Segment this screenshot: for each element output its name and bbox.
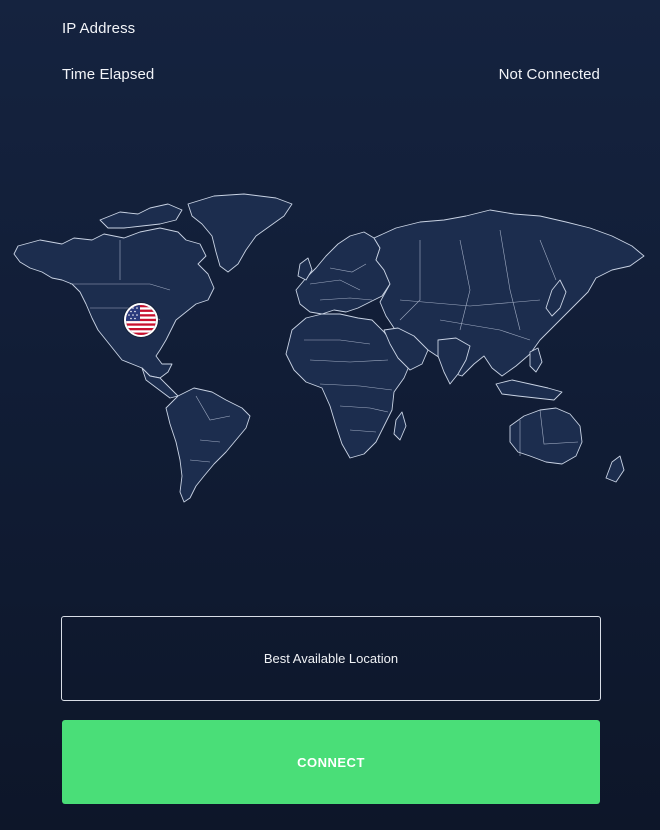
time-elapsed-label: Time Elapsed <box>62 66 155 83</box>
us-flag-graphic <box>126 305 156 335</box>
australia-landmass <box>509 407 583 465</box>
india-landmass <box>437 337 471 385</box>
new-zealand-landmass <box>605 455 625 483</box>
connect-button[interactable]: CONNECT <box>62 720 600 804</box>
madagascar-landmass <box>393 411 407 441</box>
greenland-landmass <box>187 193 293 273</box>
south-america-landmass <box>165 387 251 503</box>
philippines-landmass <box>529 347 543 373</box>
location-selector-label: Best Available Location <box>263 651 399 666</box>
connection-status: Not Connected <box>498 66 600 83</box>
vpn-app: IP Address Time Elapsed Not Connected Be… <box>0 0 660 830</box>
world-map-graphic <box>13 193 645 503</box>
location-selector[interactable]: Best Available Location <box>61 616 601 701</box>
arctic-islands-landmass <box>99 203 183 229</box>
us-flag-icon[interactable] <box>124 303 158 337</box>
ip-address-label: IP Address <box>62 20 136 37</box>
world-map <box>0 180 660 520</box>
north-america-landmass <box>13 227 215 379</box>
indonesia-landmass <box>495 379 563 401</box>
